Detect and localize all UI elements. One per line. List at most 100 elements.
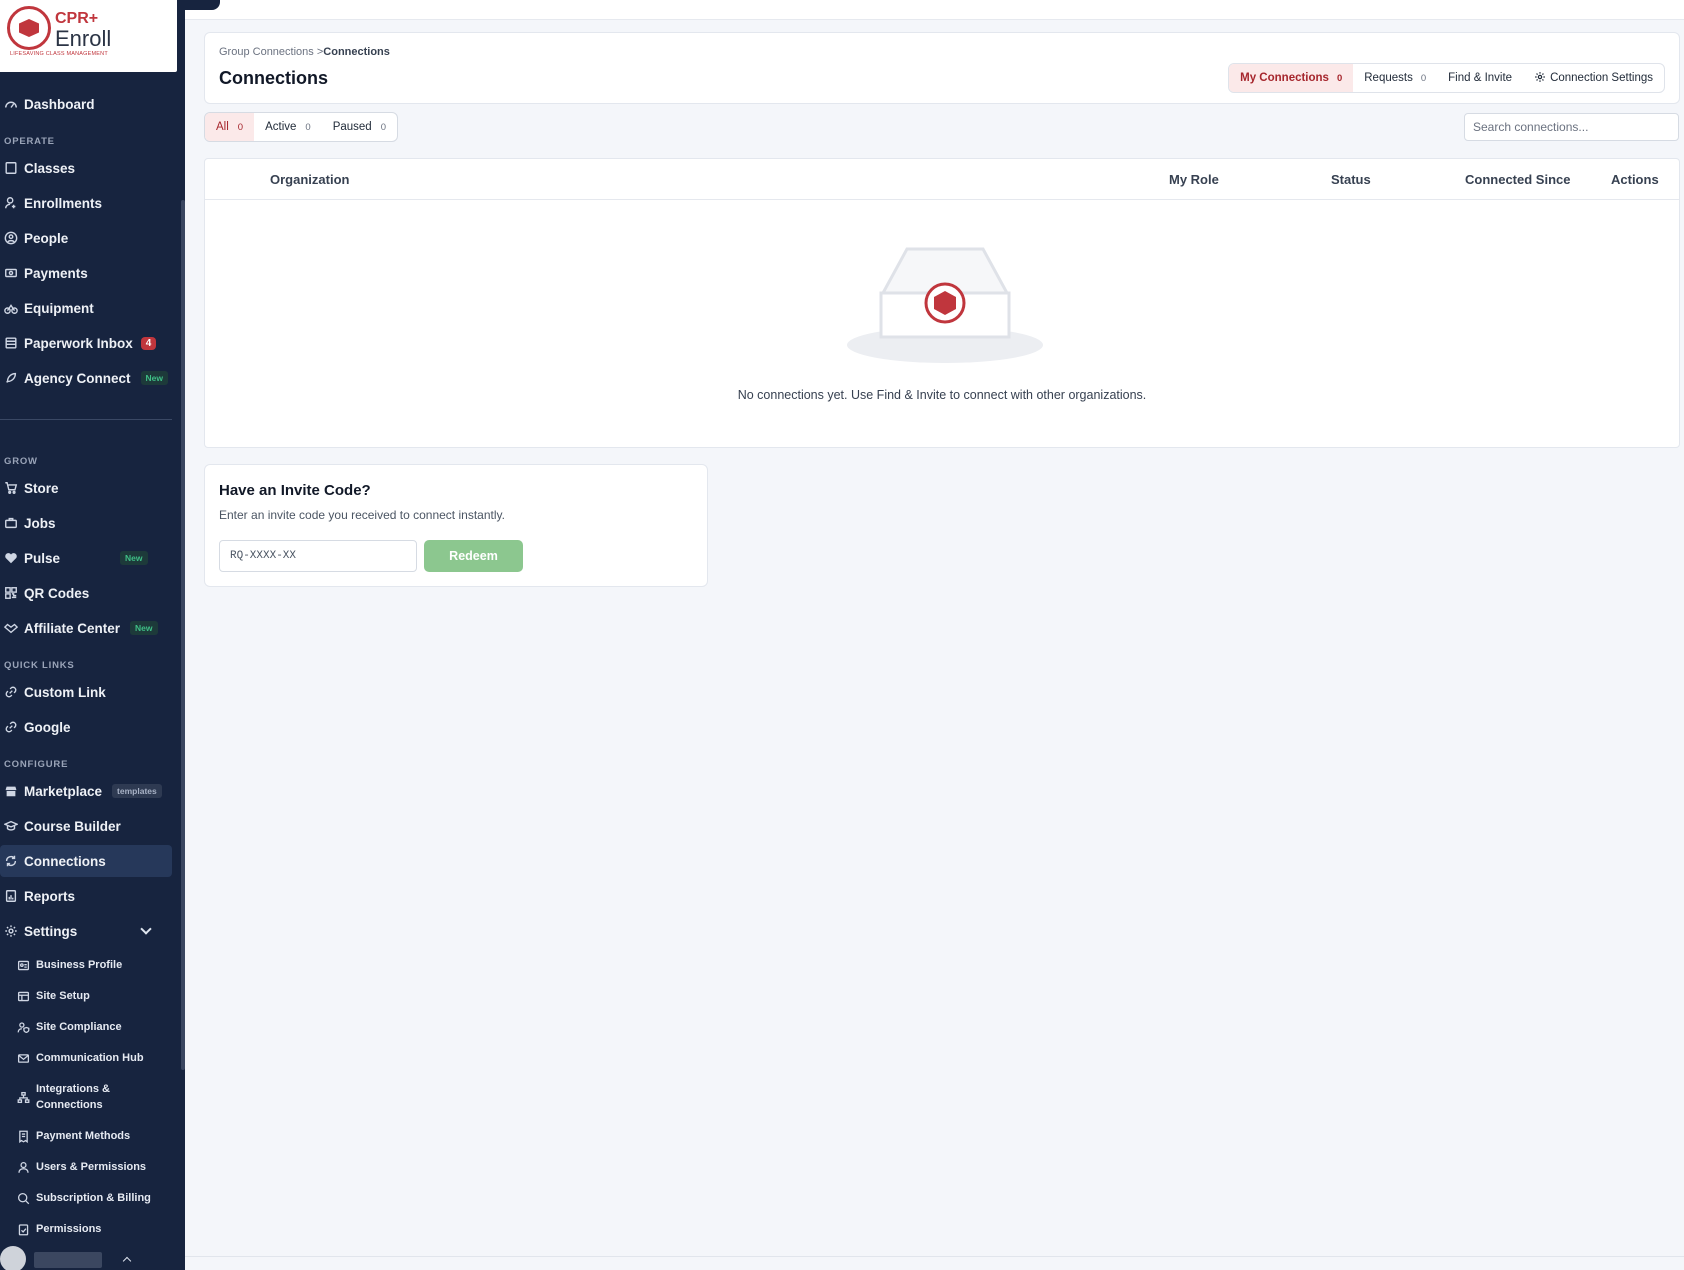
invite-subtitle: Enter an invite code you received to con… bbox=[219, 508, 505, 522]
sidebar-item-google[interactable]: Google bbox=[0, 711, 172, 743]
sidebar-item-jobs[interactable]: Jobs bbox=[0, 507, 172, 539]
sidebar-subitem-label: Integrations & Connections bbox=[36, 1083, 110, 1111]
sidebar-item-custom-link[interactable]: Custom Link bbox=[0, 676, 172, 708]
gear-icon bbox=[1534, 71, 1546, 86]
column-my-role: My Role bbox=[1169, 172, 1219, 187]
sidebar-item-equipment[interactable]: Equipment bbox=[0, 292, 172, 324]
sidebar-subitem-site-setup[interactable]: Site Setup bbox=[0, 987, 172, 1005]
sidebar-subitem-permissions[interactable]: Permissions bbox=[0, 1220, 172, 1238]
sidebar-item-people[interactable]: People bbox=[0, 222, 172, 254]
table-header: Organization My Role Status Connected Si… bbox=[205, 159, 1679, 200]
sidebar-item-classes[interactable]: Classes bbox=[0, 152, 172, 184]
briefcase-icon bbox=[4, 516, 18, 530]
link-icon bbox=[4, 720, 18, 734]
footer bbox=[185, 1256, 1684, 1270]
tab-count: 0 bbox=[1336, 72, 1343, 84]
layout-icon bbox=[16, 989, 30, 1003]
sidebar-subitem-payment-methods[interactable]: Payment Methods bbox=[0, 1127, 172, 1145]
envelope-icon bbox=[16, 1051, 30, 1065]
status-filter: All 0 Active 0 Paused 0 bbox=[204, 112, 399, 142]
chevron-down-icon[interactable] bbox=[140, 923, 152, 935]
inbox-count-badge: 4 bbox=[140, 336, 157, 350]
sidebar-item-label: Agency Connect bbox=[24, 370, 131, 386]
report-icon bbox=[4, 889, 18, 903]
sidebar-subitem-label: Site Compliance bbox=[36, 1021, 122, 1033]
sidebar-subitem-communication-hub[interactable]: Communication Hub bbox=[0, 1049, 172, 1067]
sidebar-item-payments[interactable]: Payments bbox=[0, 257, 172, 289]
tab-my-connections[interactable]: My Connections 0 bbox=[1229, 64, 1354, 92]
sitemap-icon bbox=[16, 1090, 30, 1104]
sidebar-item-dashboard[interactable]: Dashboard bbox=[0, 88, 172, 120]
sidebar-item-enrollments[interactable]: Enrollments bbox=[0, 187, 172, 219]
templates-badge: templates bbox=[112, 784, 162, 798]
filter-all[interactable]: All 0 bbox=[205, 113, 255, 141]
bicycle-icon bbox=[4, 301, 18, 315]
tab-connection-settings[interactable]: Connection Settings bbox=[1523, 64, 1664, 92]
new-badge: New bbox=[140, 371, 169, 385]
search-input[interactable] bbox=[1464, 113, 1679, 141]
sidebar-item-course-builder[interactable]: Course Builder bbox=[0, 810, 172, 842]
sidebar-subitem-integrations[interactable]: Integrations & Connections bbox=[0, 1080, 172, 1114]
gear-icon bbox=[4, 924, 18, 938]
sidebar-subitem-users-permissions[interactable]: Users & Permissions bbox=[0, 1158, 172, 1176]
sidebar-subitem-label: Site Setup bbox=[36, 990, 90, 1002]
filter-label: Active bbox=[265, 121, 297, 133]
sidebar-item-pulse[interactable]: Pulse New bbox=[0, 542, 172, 574]
sidebar-scrollbar[interactable] bbox=[181, 200, 185, 1070]
graduation-cap-icon bbox=[4, 819, 18, 833]
chevron-up-icon[interactable] bbox=[122, 1256, 132, 1266]
person-icon bbox=[16, 1160, 30, 1174]
tab-requests[interactable]: Requests 0 bbox=[1353, 64, 1437, 92]
sidebar-item-connections[interactable]: Connections bbox=[0, 845, 172, 877]
sidebar-item-store[interactable]: Store bbox=[0, 472, 172, 504]
breadcrumb: Group Connections >Connections bbox=[219, 46, 390, 58]
column-connected-since: Connected Since bbox=[1465, 172, 1571, 187]
user-menu[interactable] bbox=[0, 1244, 185, 1270]
id-card-icon bbox=[16, 958, 30, 972]
breadcrumb-current: Connections bbox=[323, 46, 390, 58]
invite-code-card: Have an Invite Code? Enter an invite cod… bbox=[204, 464, 708, 587]
sidebar-item-label: Pulse bbox=[24, 550, 61, 566]
top-bar bbox=[185, 0, 1684, 20]
sidebar-item-label: Paperwork Inbox bbox=[24, 335, 133, 351]
sidebar-item-marketplace[interactable]: Marketplace templates bbox=[0, 775, 172, 807]
new-badge: New bbox=[130, 621, 158, 635]
brand-tagline: LIFESAVING CLASS MANAGEMENT bbox=[10, 51, 108, 57]
sidebar-item-label: People bbox=[24, 230, 69, 246]
user-name-redacted bbox=[34, 1252, 102, 1268]
tab-find-invite[interactable]: Find & Invite bbox=[1437, 64, 1523, 92]
sidebar-subitem-site-compliance[interactable]: Site Compliance bbox=[0, 1018, 172, 1036]
sidebar-item-settings[interactable]: Settings bbox=[0, 915, 172, 947]
sidebar-item-reports[interactable]: Reports bbox=[0, 880, 172, 912]
inbox-icon bbox=[4, 336, 18, 350]
cash-icon bbox=[4, 266, 18, 280]
invite-code-input[interactable] bbox=[219, 540, 417, 572]
sidebar-item-label: Course Builder bbox=[24, 818, 121, 834]
breadcrumb-parent-link[interactable]: Group Connections bbox=[219, 46, 314, 58]
section-configure: CONFIGURE bbox=[4, 759, 69, 770]
user-shield-icon bbox=[16, 1020, 30, 1034]
sidebar-item-qr-codes[interactable]: QR Codes bbox=[0, 577, 172, 609]
sidebar-item-affiliate-center[interactable]: Affiliate Center New bbox=[0, 612, 172, 644]
book-icon bbox=[4, 161, 18, 175]
redeem-button[interactable]: Redeem bbox=[424, 540, 523, 572]
sidebar-item-agency-connect[interactable]: Agency Connect New bbox=[0, 362, 172, 394]
heart-pulse-icon bbox=[4, 551, 18, 565]
search-dollar-icon bbox=[16, 1191, 30, 1205]
sidebar-subitem-subscription-billing[interactable]: Subscription & Billing bbox=[0, 1189, 172, 1207]
filter-paused[interactable]: Paused 0 bbox=[322, 113, 397, 141]
shop-icon bbox=[4, 784, 18, 798]
filter-count: 0 bbox=[237, 121, 244, 133]
sidebar-subitem-label: Users & Permissions bbox=[36, 1161, 147, 1173]
filter-active[interactable]: Active 0 bbox=[254, 113, 322, 141]
sidebar-subitem-business-profile[interactable]: Business Profile bbox=[0, 956, 172, 974]
brand-logo[interactable]: CPR+ Enroll LIFESAVING CLASS MANAGEMENT bbox=[0, 0, 177, 72]
sidebar-collapse-toggle[interactable] bbox=[180, 0, 220, 10]
sidebar-item-label: Marketplace bbox=[24, 783, 103, 799]
brand-name-bottom: Enroll bbox=[55, 26, 112, 51]
sidebar-item-label: Google bbox=[24, 719, 71, 735]
sidebar-item-label: Jobs bbox=[24, 515, 56, 531]
sidebar-item-paperwork-inbox[interactable]: Paperwork Inbox 4 bbox=[0, 327, 172, 359]
page-title: Connections bbox=[219, 68, 329, 88]
section-quick-links: QUICK LINKS bbox=[4, 660, 75, 671]
